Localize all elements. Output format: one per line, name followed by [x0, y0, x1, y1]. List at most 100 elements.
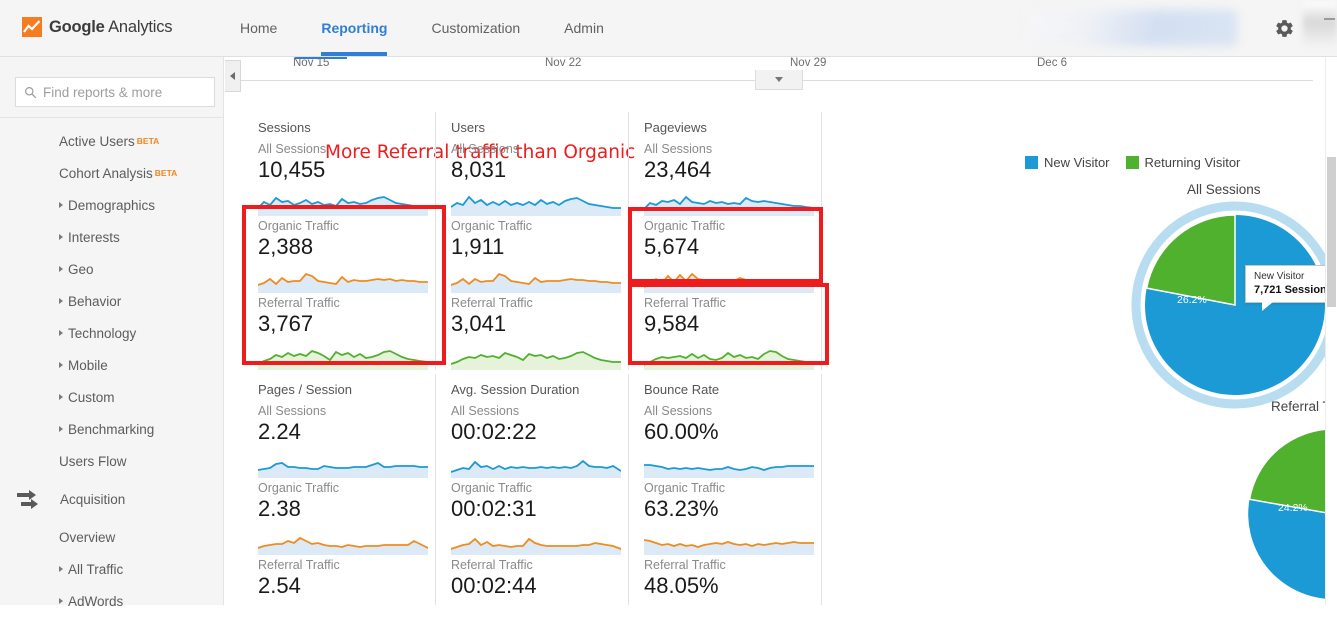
segment-value: 2.38 [258, 496, 301, 521]
sidebar-item-interests[interactable]: Interests [0, 221, 224, 253]
metric-segment: Referral Traffic 9,584 [629, 293, 821, 370]
window-minimize-icon[interactable] [1324, 18, 1335, 20]
metric-segment: Referral Traffic 3,041 [436, 293, 628, 370]
sidebar-item-overview[interactable]: Overview [0, 521, 224, 553]
date-label-2: Nov 22 [545, 57, 582, 69]
sidebar-item-technology[interactable]: Technology [0, 317, 224, 349]
sidebar-item-all-traffic[interactable]: All Traffic [0, 553, 224, 585]
chevron-right-icon [59, 234, 63, 240]
search-reports-box[interactable] [15, 77, 215, 107]
page-scrollbar-thumb[interactable] [1327, 157, 1336, 307]
chevron-right-icon [59, 566, 63, 572]
sidebar-section-acquisition[interactable]: Acquisition [0, 477, 224, 521]
segment-value: 3,041 [451, 311, 507, 336]
segment-label: Referral Traffic [451, 558, 533, 572]
segment-label: Referral Traffic [644, 296, 726, 310]
search-input[interactable] [43, 84, 203, 100]
metric-segment: Referral Traffic 2.54 [243, 555, 435, 605]
logo-word-google: Google [49, 17, 105, 36]
segment-label: Referral Traffic [258, 558, 340, 572]
acquisition-arrows-icon [17, 490, 38, 509]
segment-value: 00:02:44 [451, 573, 537, 598]
metric-segment: Referral Traffic 3,767 [243, 293, 435, 370]
beta-badge: BETA [154, 168, 178, 178]
segment-label: Organic Traffic [258, 219, 340, 233]
nav-item-admin[interactable]: Admin [564, 0, 604, 56]
sparkline-blue [258, 196, 428, 216]
sidebar-item-label: Active Users [59, 133, 135, 149]
segment-value: 2.24 [258, 419, 301, 444]
chevron-right-icon [59, 298, 63, 304]
sidebar-item-demographics[interactable]: Demographics [0, 189, 224, 221]
pie-chart-referral-traffic[interactable]: 24.2% 75.8% [1238, 419, 1325, 605]
chevron-right-icon [59, 330, 63, 336]
nav-item-reporting[interactable]: Reporting [321, 0, 388, 56]
sparkline-green [258, 349, 428, 370]
tooltip-line-2: 7,721 Sessions (73.8%) [1254, 284, 1325, 296]
metric-card-users: Users All Sessions 8,031 Organic Traffic… [436, 112, 629, 370]
metric-segment: Referral Traffic 00:02:44 [436, 555, 628, 605]
sidebar-divider [0, 117, 224, 118]
sidebar-nav-list: Active Users BETA Cohort Analysis BETA D… [0, 117, 224, 617]
date-label-4: Dec 6 [1037, 57, 1068, 69]
sidebar-item-benchmarking[interactable]: Benchmarking [0, 413, 224, 445]
sidebar-item-geo[interactable]: Geo [0, 253, 224, 285]
chevron-down-icon [775, 77, 783, 82]
metric-segment: Organic Traffic 5,674 [629, 216, 821, 293]
metric-segment: All Sessions 2.24 [243, 401, 435, 478]
sparkline-orange [451, 272, 621, 293]
chevron-right-icon [59, 202, 63, 208]
legend-item-returning-visitor[interactable]: Returning Visitor [1125, 155, 1240, 170]
gear-icon[interactable] [1274, 18, 1295, 39]
sidebar-item-active-users[interactable]: Active Users BETA [0, 125, 224, 157]
metric-card-bounce-rate: Bounce Rate All Sessions 60.00% Organic … [629, 374, 822, 605]
tooltip-line-1: New Visitor [1254, 271, 1305, 282]
metric-card-title: Pages / Session [258, 382, 352, 397]
sparkline-blue [644, 195, 814, 216]
chevron-right-icon [59, 426, 63, 432]
metric-card-grid: Sessions All Sessions 10,455 Organic Tra… [243, 112, 843, 605]
segment-label: Referral Traffic [644, 558, 726, 572]
nav-item-customization[interactable]: Customization [431, 0, 520, 56]
sidebar-item-adwords[interactable]: AdWords [0, 585, 224, 617]
chart-collapse-tab[interactable] [755, 70, 803, 90]
pie-chart-all-sessions[interactable]: 26.2% [1130, 200, 1325, 410]
metric-card-avg-session-duration: Avg. Session Duration All Sessions 00:02… [436, 374, 629, 605]
segment-label: Organic Traffic [451, 219, 533, 233]
sidebar-item-behavior[interactable]: Behavior [0, 285, 224, 317]
pie-tooltip: New Visitor 7,721 Sessions (73.8%) [1245, 265, 1325, 311]
legend-item-new-visitor[interactable]: New Visitor [1025, 155, 1110, 170]
account-selector-blurred[interactable] [1027, 10, 1237, 46]
sidebar: Active Users BETA Cohort Analysis BETA D… [0, 57, 224, 609]
segment-value: 9,584 [644, 311, 700, 336]
avatar[interactable] [1303, 2, 1337, 46]
sparkline-blue [644, 464, 814, 478]
pie-legend: New Visitor Returning Visitor [1025, 155, 1256, 170]
metric-segment: All Sessions 10,455 [243, 139, 435, 216]
sparkline-orange [644, 539, 814, 555]
sidebar-item-users-flow[interactable]: Users Flow [0, 445, 224, 477]
segment-value: 48.05% [644, 573, 719, 598]
pie-title-all-sessions: All Sessions [1187, 182, 1261, 197]
sidebar-item-mobile[interactable]: Mobile [0, 349, 224, 381]
sidebar-item-custom[interactable]: Custom [0, 381, 224, 413]
page-scrollbar-track[interactable] [1325, 57, 1337, 605]
sparkline-orange [451, 537, 621, 555]
metric-row-top: Sessions All Sessions 10,455 Organic Tra… [243, 112, 843, 370]
metric-card-title: Users [451, 120, 485, 135]
metric-card-title: Pageviews [644, 120, 707, 135]
sidebar-item-label: Behavior [68, 293, 122, 309]
sidebar-collapse-button[interactable] [225, 60, 241, 92]
metric-card-pageviews: Pageviews All Sessions 23,464 Organic Tr… [629, 112, 822, 370]
legend-swatch-returning-visitor [1125, 156, 1139, 169]
segment-label: All Sessions [644, 142, 713, 156]
logo-wordmark: Google Analytics [49, 17, 173, 37]
logo-word-analytics: Analytics [104, 17, 173, 36]
metric-card-title: Avg. Session Duration [451, 382, 580, 397]
sidebar-item-label: AdWords [68, 593, 124, 609]
nav-item-home[interactable]: Home [240, 0, 277, 56]
chevron-right-icon [59, 598, 63, 604]
sidebar-item-cohort-analysis[interactable]: Cohort Analysis BETA [0, 157, 224, 189]
metric-segment: All Sessions 8,031 [436, 139, 628, 216]
google-analytics-logo[interactable]: Google Analytics [22, 17, 173, 37]
